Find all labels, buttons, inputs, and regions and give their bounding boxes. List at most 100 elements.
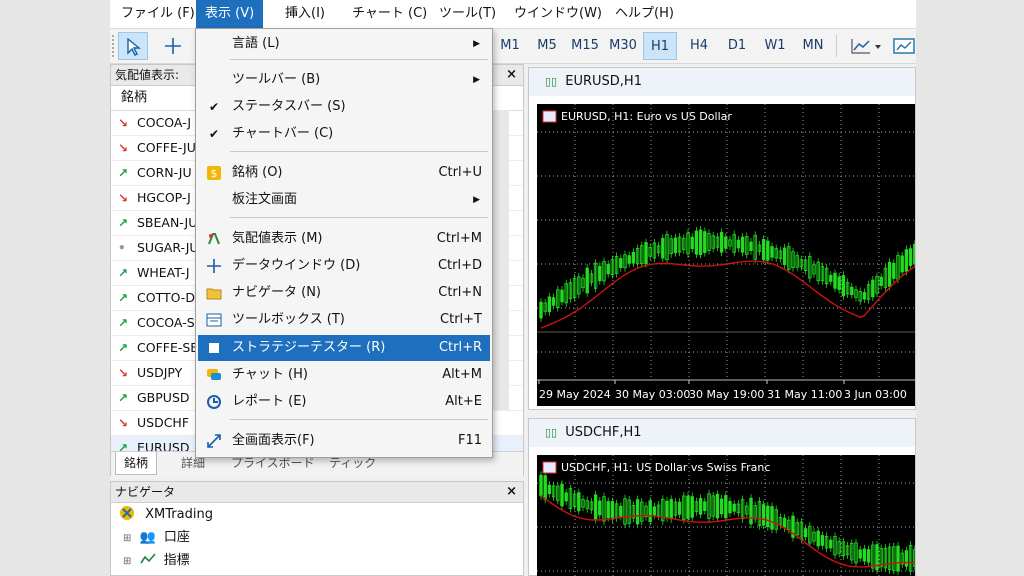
menu-help[interactable]: ヘルプ(H) bbox=[606, 0, 683, 28]
time-tick-label: 3 Jun 03:00 bbox=[844, 388, 907, 401]
timeframe-h1[interactable]: H1 bbox=[643, 32, 677, 60]
time-tick-label: 31 May 11:00 bbox=[767, 388, 842, 401]
arrow-down-icon: ↘ bbox=[118, 116, 129, 130]
view-menu-item[interactable]: $ 銘柄 (O) Ctrl+U bbox=[198, 160, 490, 186]
crosshair-icon bbox=[165, 38, 181, 54]
cursor-tool-button[interactable] bbox=[118, 32, 148, 60]
timeframe-mn[interactable]: MN bbox=[796, 32, 830, 60]
expand-icon[interactable]: ⊞ bbox=[123, 556, 131, 567]
checkmark-icon: ✔ bbox=[208, 100, 220, 114]
menu-item-shortcut: Alt+E bbox=[445, 394, 482, 409]
view-menu-item[interactable]: ツールバー (B) ▶ bbox=[198, 67, 490, 93]
time-tick-label: 30 May 03:00 bbox=[615, 388, 690, 401]
chart-window-title-bar: ▯▯ USDCHF,H1 bbox=[529, 419, 915, 447]
symbol-label: WHEAT-J bbox=[137, 265, 190, 280]
timeframe-m15[interactable]: M15 bbox=[566, 32, 604, 60]
arrow-down-icon: ↘ bbox=[118, 191, 129, 205]
symbol-label: COTTO-D bbox=[137, 290, 195, 305]
chart-icon: ▯▯ bbox=[545, 426, 558, 439]
cursor-icon bbox=[127, 37, 141, 56]
view-menu-item[interactable]: 気配値表示 (M) Ctrl+M bbox=[198, 226, 490, 252]
submenu-arrow-icon: ▶ bbox=[473, 75, 480, 85]
svg-text:$: $ bbox=[211, 167, 218, 180]
symbol-label: COCOA-S bbox=[137, 315, 195, 330]
menu-item-label: 言語 (L) bbox=[232, 36, 280, 51]
chart-window-title: USDCHF,H1 bbox=[565, 425, 642, 440]
chart-plot-eurusd[interactable]: EURUSD, H1: Euro vs US Dollar 29 May 2024… bbox=[537, 104, 916, 406]
toolbar-grip bbox=[112, 35, 117, 57]
menu-item-shortcut: Ctrl+T bbox=[440, 312, 482, 327]
view-menu-item[interactable]: 全画面表示(F) F11 bbox=[198, 428, 490, 454]
view-menu-item[interactable]: ✔ ステータスバー (S) bbox=[198, 94, 490, 120]
menu-separator bbox=[230, 217, 488, 218]
indicator-icon bbox=[139, 553, 156, 564]
menu-item-shortcut: Ctrl+U bbox=[438, 165, 482, 180]
symbol-label: GBPUSD bbox=[137, 390, 190, 405]
timeframe-m5[interactable]: M5 bbox=[530, 32, 564, 60]
market-watch-scrollbar[interactable] bbox=[493, 110, 509, 410]
line-chart-icon bbox=[851, 39, 881, 54]
menu-item-label: チャートバー (C) bbox=[232, 126, 334, 141]
menu-item-shortcut: Alt+M bbox=[442, 367, 482, 382]
menu-item-shortcut: Ctrl+R bbox=[438, 340, 482, 355]
chart-template-button[interactable] bbox=[892, 32, 916, 60]
arrow-down-icon: ↘ bbox=[118, 141, 129, 155]
navigator-item-label: 指標 bbox=[163, 553, 190, 568]
timeframe-d1[interactable]: D1 bbox=[720, 32, 754, 60]
expand-icon[interactable]: ⊞ bbox=[123, 533, 131, 544]
menu-item-label: ツールバー (B) bbox=[232, 72, 321, 87]
navigator-panel: ナビゲータ × XMTrading ⊞ 👥 口座 ⊞ 指標 bbox=[110, 481, 524, 576]
navigator-item-indicators[interactable]: ⊞ 指標 bbox=[111, 549, 523, 572]
close-icon[interactable]: × bbox=[506, 482, 517, 502]
symbol-label: SUGAR-JU bbox=[137, 240, 199, 255]
view-menu-item[interactable]: 板注文画面 ▶ bbox=[198, 187, 490, 213]
market-watch-icon bbox=[206, 231, 222, 247]
arrow-up-icon: ↗ bbox=[118, 266, 129, 280]
view-menu-item[interactable]: ストラテジーテスター (R) Ctrl+R bbox=[198, 335, 490, 361]
symbol-label: COCOA-J bbox=[137, 115, 192, 130]
chart-symbol-label: EURUSD, H1: Euro vs US Dollar bbox=[561, 110, 732, 123]
timeframe-h4[interactable]: H4 bbox=[682, 32, 716, 60]
navigator-title: ナビゲータ bbox=[115, 485, 176, 499]
view-menu-item[interactable]: ツールボックス (T) Ctrl+T bbox=[198, 307, 490, 333]
arrow-up-icon: ↗ bbox=[118, 291, 129, 305]
close-icon[interactable]: × bbox=[506, 65, 517, 85]
symbol-label: SBEAN-JU bbox=[137, 215, 198, 230]
view-menu-item[interactable]: チャット (H) Alt+M bbox=[198, 362, 490, 388]
submenu-arrow-icon: ▶ bbox=[473, 39, 480, 49]
menu-window[interactable]: ウインドウ(W) bbox=[505, 0, 611, 28]
arrow-down-icon: ↘ bbox=[118, 416, 129, 430]
toolbar-divider bbox=[836, 35, 837, 57]
timeframe-m30[interactable]: M30 bbox=[604, 32, 642, 60]
market-watch-title: 気配値表示: bbox=[115, 68, 180, 82]
menu-item-label: ストラテジーテスター (R) bbox=[232, 340, 386, 355]
price-chart-eurusd[interactable]: EURUSD, H1: Euro vs US Dollar 29 May 2024… bbox=[537, 104, 916, 406]
menu-chart[interactable]: チャート (C) bbox=[343, 0, 436, 28]
view-menu-item[interactable]: 言語 (L) ▶ bbox=[198, 31, 490, 57]
view-menu-item[interactable]: ✔ チャートバー (C) bbox=[198, 121, 490, 147]
view-menu-item[interactable]: レポート (E) Alt+E bbox=[198, 389, 490, 415]
menu-file[interactable]: ファイル (F) bbox=[112, 0, 204, 28]
chart-plot-usdchf[interactable]: USDCHF, H1: US Dollar vs Swiss Franc bbox=[537, 455, 916, 576]
chart-window-title-bar: ▯▯ EURUSD,H1 bbox=[529, 68, 915, 96]
timeframe-w1[interactable]: W1 bbox=[758, 32, 792, 60]
menu-insert[interactable]: 挿入(I) bbox=[276, 0, 334, 28]
chart-window-eurusd[interactable]: ▯▯ EURUSD,H1 EURUSD, H1: Euro vs US Doll… bbox=[528, 67, 916, 410]
arrow-down-icon: ↘ bbox=[118, 366, 129, 380]
menu-tools[interactable]: ツール(T) bbox=[430, 0, 505, 28]
price-chart-usdchf[interactable]: USDCHF, H1: US Dollar vs Swiss Franc bbox=[537, 455, 916, 576]
arrow-up-icon: ↗ bbox=[118, 216, 129, 230]
navigator-item-accounts[interactable]: ⊞ 👥 口座 bbox=[111, 526, 523, 549]
chart-type-button[interactable] bbox=[846, 32, 888, 60]
crosshair-tool-button[interactable] bbox=[158, 32, 188, 60]
chart-window-title: EURUSD,H1 bbox=[565, 74, 642, 89]
navigator-root[interactable]: XMTrading bbox=[111, 503, 523, 526]
tab-symbols[interactable]: 銘柄 bbox=[115, 452, 158, 475]
view-menu-item[interactable]: ナビゲータ (N) Ctrl+N bbox=[198, 280, 490, 306]
menu-view[interactable]: 表示 (V) bbox=[196, 0, 264, 28]
chart-window-usdchf[interactable]: ▯▯ USDCHF,H1 USDCHF, H1: US Dollar vs Sw… bbox=[528, 418, 916, 576]
view-menu-item[interactable]: データウインドウ (D) Ctrl+D bbox=[198, 253, 490, 279]
symbol-label: COFFE-SE bbox=[137, 340, 199, 355]
menu-item-label: 気配値表示 (M) bbox=[232, 231, 323, 246]
timeframe-m1[interactable]: M1 bbox=[493, 32, 527, 60]
